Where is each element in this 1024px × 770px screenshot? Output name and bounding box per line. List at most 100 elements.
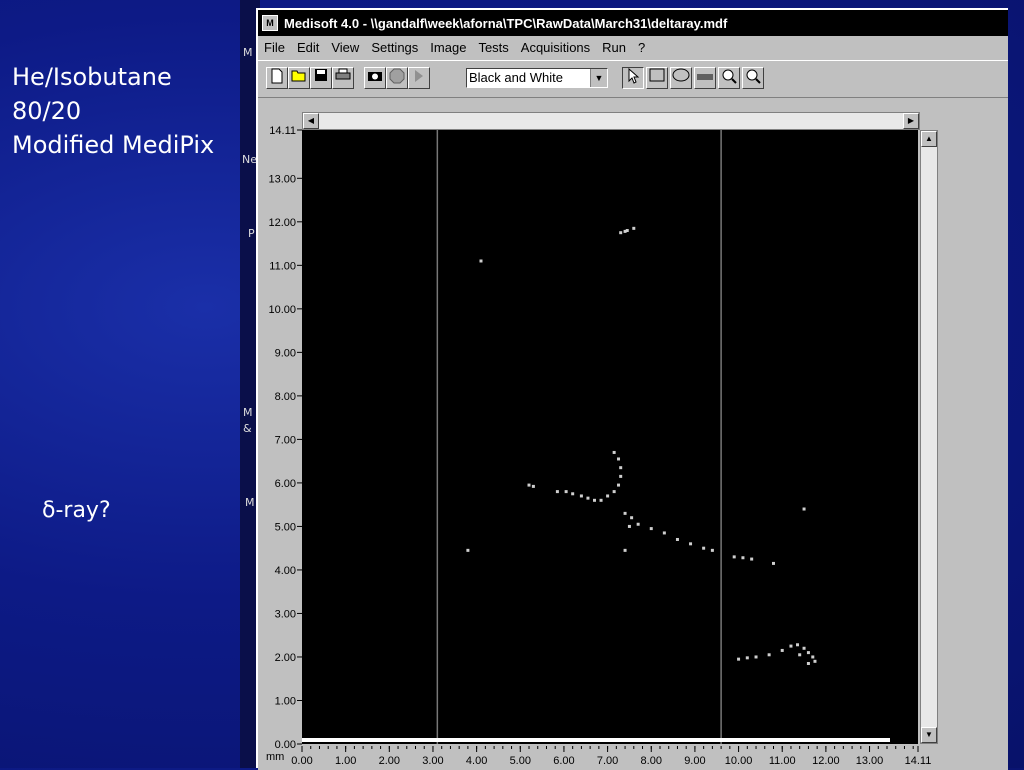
hit-pixel [754,655,758,659]
hit-pixel [579,494,583,498]
y-tick-label: 8.00 [275,391,296,403]
hit-pixel [771,561,775,565]
open-folder-icon [291,70,306,82]
hit-pixel [586,496,590,500]
x-tick-label: 8.00 [641,755,662,767]
menu-acquisitions[interactable]: Acquisitions [521,40,590,55]
hit-pixel [531,484,535,488]
stop-icon [389,68,405,84]
hit-pixel [813,659,817,663]
bg-letter: M [243,46,253,59]
hit-pixel [737,657,741,661]
ruler-tool-button[interactable] [694,67,716,89]
y-tick-label: 2.00 [275,652,296,664]
y-tick-label: 10.00 [268,304,296,316]
hit-pixel [527,483,531,487]
hit-pixel [632,226,636,230]
menu-settings[interactable]: Settings [371,40,418,55]
menu-file[interactable]: File [264,40,285,55]
menu-view[interactable]: View [331,40,359,55]
arrow-button[interactable] [408,67,430,89]
x-tick-label: 13.00 [856,755,884,767]
bg-letter: M [243,406,253,419]
y-tick-label: 12.00 [268,217,296,229]
hit-pixel [806,661,810,665]
y-tick-label: 11.00 [269,260,296,272]
hit-pixel [662,531,666,535]
pointer-icon [628,67,640,84]
hit-pixel [802,646,806,650]
camera-button[interactable] [364,67,386,89]
y-tick-label: 13.00 [268,173,296,185]
ellipse-tool-button[interactable] [670,67,692,89]
y-tick-label: 1.00 [275,695,296,707]
hit-pixel [745,656,749,660]
menu-edit[interactable]: Edit [297,40,319,55]
new-file-button[interactable] [266,67,288,89]
hit-pixel [675,537,679,541]
hit-pixel [623,229,627,233]
hit-pixel [627,524,631,528]
ellipse-icon [672,68,690,82]
colormap-value: Black and White [469,70,563,85]
hit-pixel [802,507,806,511]
y-tick-label: 5.00 [275,521,296,533]
menu-run[interactable]: Run [602,40,626,55]
print-button[interactable] [332,67,354,89]
hit-pixel [619,231,623,235]
hit-pixel [571,492,575,496]
x-tick-label: 5.00 [510,755,531,767]
stop-button[interactable] [386,67,408,89]
app-icon[interactable]: M [262,15,278,31]
print-icon [335,68,351,80]
hit-pixel [741,556,745,560]
hit-pixel [555,490,559,494]
bg-letter: M [245,496,255,509]
x-tick-label: 7.00 [597,755,618,767]
hit-pixel [796,643,800,647]
window-title: Medisoft 4.0 - \\gandalf\week\aforna\TPC… [284,15,728,31]
hit-pixel [649,527,653,531]
new-file-icon [271,68,283,84]
hit-pixel [593,498,597,502]
y-tick-label: 9.00 [275,347,296,359]
medisoft-window: M Medisoft 4.0 - \\gandalf\week\aforna\T… [256,8,1008,770]
x-tick-label: 0.00 [291,755,312,767]
baseline-bar [302,738,890,742]
menu-help[interactable]: ? [638,40,645,55]
toolbar: Black and White ▼ [258,60,1008,98]
rectangle-tool-button[interactable] [646,67,668,89]
save-icon [315,69,327,81]
x-tick-label: 10.00 [725,755,753,767]
bg-letter: & [243,422,252,435]
title-bar[interactable]: M Medisoft 4.0 - \\gandalf\week\aforna\T… [258,10,1008,36]
hit-pixel [479,259,483,263]
save-button[interactable] [310,67,332,89]
hit-pixel [612,450,616,454]
pointer-tool-button[interactable] [622,67,644,89]
hit-pixel [630,516,634,520]
y-tick-label: 14.11 [269,125,296,137]
dropdown-arrow-icon[interactable]: ▼ [590,69,607,87]
colormap-select[interactable]: Black and White ▼ [466,68,608,88]
annotation-line-detector: Modified MediPix [12,131,215,159]
hit-pixel [466,548,470,552]
x-tick-label: 3.00 [422,755,443,767]
x-tick-label: 9.00 [684,755,705,767]
arrow-icon [415,70,423,82]
zoom-out-button[interactable] [742,67,764,89]
hit-pixel [612,490,616,494]
hit-pixel [798,653,802,657]
menu-tests[interactable]: Tests [478,40,508,55]
menu-image[interactable]: Image [430,40,466,55]
open-button[interactable] [288,67,310,89]
hit-pixel [617,483,621,487]
hit-pixel [806,651,810,655]
x-tick-label: 4.00 [466,755,487,767]
x-tick-label: 14.11 [905,755,932,767]
hit-pixel [732,555,736,559]
hit-pixel [811,655,815,659]
annotation-line-ratio: 80/20 [12,97,82,125]
slide-annotation: He/Isobutane 80/20 Modified MediPix [12,60,214,162]
zoom-in-button[interactable] [718,67,740,89]
